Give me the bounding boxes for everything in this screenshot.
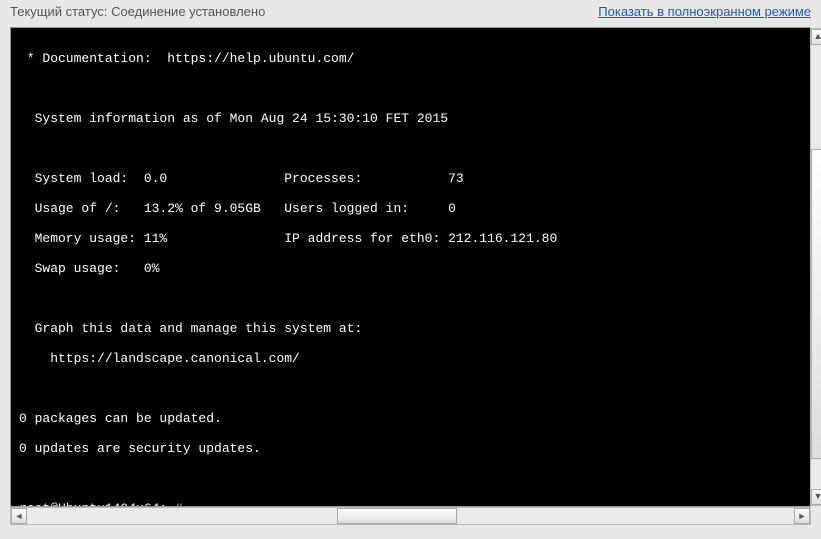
fullscreen-link[interactable]: Показать в полноэкранном режиме xyxy=(598,4,811,19)
horizontal-scrollbar[interactable]: ◄ ► xyxy=(10,507,811,525)
status-label: Текущий статус: xyxy=(10,4,107,19)
vertical-scroll-thumb[interactable] xyxy=(811,149,821,459)
graph-url: https://landscape.canonical.com/ xyxy=(19,351,802,366)
blank xyxy=(19,81,802,96)
sysinfo-row: System load: 0.0 Processes: 73 xyxy=(19,171,802,186)
blank xyxy=(19,141,802,156)
terminal-wrapper: * Documentation: https://help.ubuntu.com… xyxy=(10,27,811,507)
scroll-up-button[interactable]: ▲ xyxy=(811,29,821,45)
scroll-left-button[interactable]: ◄ xyxy=(11,508,27,524)
status-bar: Текущий статус: Соединение установлено П… xyxy=(0,0,821,23)
terminal[interactable]: * Documentation: https://help.ubuntu.com… xyxy=(11,28,810,506)
pkg-line: 0 packages can be updated. xyxy=(19,411,802,426)
blank xyxy=(19,291,802,306)
sysinfo-header: System information as of Mon Aug 24 15:3… xyxy=(19,111,802,126)
graph-line: Graph this data and manage this system a… xyxy=(19,321,802,336)
status-text: Текущий статус: Соединение установлено xyxy=(10,4,265,19)
vertical-scrollbar[interactable]: ▲ ▼ xyxy=(810,28,821,506)
prompt-line: root@Ubuntu1404x64:~# xyxy=(19,501,802,506)
horizontal-scroll-thumb[interactable] xyxy=(337,508,457,524)
horizontal-scroll-track[interactable] xyxy=(27,508,794,524)
sysinfo-row: Memory usage: 11% IP address for eth0: 2… xyxy=(19,231,802,246)
sysinfo-row: Swap usage: 0% xyxy=(19,261,802,276)
pkg-line: 0 updates are security updates. xyxy=(19,441,802,456)
scroll-right-button[interactable]: ► xyxy=(794,508,810,524)
blank xyxy=(19,471,802,486)
status-value: Соединение установлено xyxy=(111,4,265,19)
blank xyxy=(19,381,802,396)
doc-line: * Documentation: https://help.ubuntu.com… xyxy=(19,51,802,66)
sysinfo-row: Usage of /: 13.2% of 9.05GB Users logged… xyxy=(19,201,802,216)
scroll-down-button[interactable]: ▼ xyxy=(811,489,821,505)
